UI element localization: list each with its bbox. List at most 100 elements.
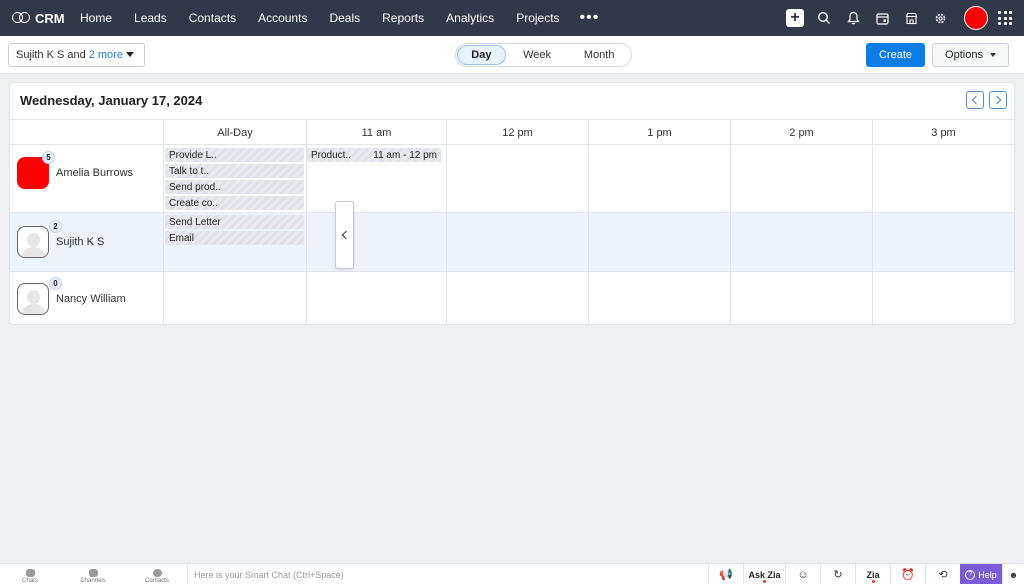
alarm-clock-icon: ⏰	[901, 569, 915, 581]
apps-grid-icon[interactable]	[998, 11, 1012, 25]
quick-create-button[interactable]: +	[781, 0, 809, 36]
column-header-2pm: 2 pm	[730, 120, 872, 145]
calendar-toolbar: Sujith K S and 2 more Day Week Month Cre…	[0, 36, 1024, 74]
question-icon: ?	[965, 569, 976, 580]
resource-person[interactable]: 5 Amelia Burrows	[17, 151, 134, 189]
view-week-button[interactable]: Week	[506, 45, 569, 65]
zia-button[interactable]: Zia	[855, 564, 890, 584]
alarm-button[interactable]: ⏰	[890, 564, 925, 584]
view-toggle: Day Week Month	[455, 43, 632, 67]
nav-item-reports[interactable]: Reports	[382, 11, 424, 25]
notification-dot	[871, 580, 875, 583]
view-month-button[interactable]: Month	[568, 45, 630, 65]
resource-name: Amelia Burrows	[56, 167, 134, 179]
allday-event[interactable]: Provide L..	[165, 148, 304, 162]
event-count-badge: 0	[49, 277, 62, 290]
resource-row: 2 Sujith K S Send Letter Email	[10, 213, 1014, 272]
channels-label: Channels	[80, 578, 106, 584]
smile-icon: ☺	[797, 568, 809, 581]
allday-event[interactable]: Send prod..	[165, 180, 304, 194]
timed-event[interactable]: Product.. 11 am - 12 pm	[307, 148, 441, 162]
more-menu-icon[interactable]: •••	[580, 9, 600, 27]
brand-name: CRM	[35, 10, 65, 26]
resource-person[interactable]: 0 Nancy William	[17, 277, 126, 315]
collapse-panel-handle[interactable]	[335, 201, 354, 269]
feedback-button[interactable]: ☻	[1002, 564, 1024, 584]
resource-row: 5 Amelia Burrows Provide L.. Talk to t..…	[10, 145, 1014, 213]
column-header-11am: 11 am	[306, 120, 446, 145]
nav-item-projects[interactable]: Projects	[516, 11, 559, 25]
nav-item-home[interactable]: Home	[80, 11, 112, 25]
feedback-icon: ☻	[1008, 569, 1019, 580]
user-select-more-link[interactable]: 2 more	[89, 49, 123, 61]
ask-zia-button[interactable]: Ask Zia	[743, 564, 785, 584]
resource-grid: All-Day 11 am 12 pm 1 pm 2 pm 3 pm 5 Ame…	[10, 119, 1014, 324]
allday-event[interactable]: Talk to t..	[165, 164, 304, 178]
column-header-3pm: 3 pm	[872, 120, 1014, 145]
notification-dot	[763, 580, 766, 583]
calendar-date-title: Wednesday, January 17, 2024	[20, 93, 203, 108]
previous-day-button[interactable]	[966, 91, 984, 109]
allday-event[interactable]: Send Letter	[165, 215, 304, 229]
chats-button[interactable]: Chats	[14, 564, 46, 584]
allday-event[interactable]: Create co..	[165, 196, 304, 210]
notifications-button[interactable]	[839, 0, 867, 36]
nav-item-leads[interactable]: Leads	[134, 11, 167, 25]
event-time: 11 am - 12 pm	[373, 149, 437, 161]
smart-chat-input[interactable]: Here is your Smart Chat (Ctrl+Space)	[187, 564, 707, 584]
create-button[interactable]: Create	[866, 43, 925, 67]
nav-menu: Home Leads Contacts Accounts Deals Repor…	[80, 9, 599, 27]
channels-icon	[88, 569, 98, 577]
announcements-button[interactable]: 📢	[708, 564, 743, 584]
chat-bubble-icon	[25, 569, 35, 577]
search-button[interactable]	[810, 0, 838, 36]
zia-label: Zia	[866, 569, 880, 580]
column-header-1pm: 1 pm	[588, 120, 730, 145]
bottom-bar-tools: 📢 Ask Zia ☺ ↻ Zia ⏰ ⟲ ? Help ☻	[708, 564, 1024, 584]
nav-item-deals[interactable]: Deals	[329, 11, 360, 25]
view-day-button[interactable]: Day	[457, 45, 506, 65]
calendar-button[interactable]	[868, 0, 896, 36]
bottom-bar: Chats Channels Contacts Here is your Sma…	[0, 563, 1024, 584]
user-select-dropdown[interactable]: Sujith K S and 2 more	[8, 43, 145, 67]
options-button[interactable]: Options	[932, 43, 1009, 67]
user-avatar[interactable]	[964, 6, 988, 30]
event-count-badge: 2	[49, 220, 62, 233]
avatar: 5	[17, 151, 55, 189]
plus-icon: +	[786, 9, 804, 27]
resource-name: Nancy William	[56, 293, 126, 305]
caret-down-icon	[989, 53, 996, 57]
nav-right-icons: +	[780, 0, 1024, 36]
column-header-12pm: 12 pm	[446, 120, 588, 145]
avatar	[17, 283, 49, 315]
resource-person[interactable]: 2 Sujith K S	[17, 220, 105, 258]
store-icon	[905, 12, 917, 24]
ask-zia-label: Ask Zia	[748, 569, 781, 580]
channels-button[interactable]: Channels	[76, 564, 110, 584]
contacts-label: Contacts	[145, 578, 169, 584]
top-nav: CRM Home Leads Contacts Accounts Deals R…	[0, 0, 1024, 36]
next-day-button[interactable]	[989, 91, 1007, 109]
tasks-button[interactable]: ↻	[820, 564, 855, 584]
caret-down-icon	[126, 52, 134, 57]
calendar-card: Wednesday, January 17, 2024 All-Day 11 a…	[9, 82, 1015, 325]
history-button[interactable]: ⟲	[925, 564, 960, 584]
options-label: Options	[945, 49, 983, 61]
allday-event[interactable]: Email	[165, 231, 304, 245]
history-icon: ⟲	[938, 569, 948, 581]
brand[interactable]: CRM	[12, 11, 76, 26]
user-select-label: Sujith K S and	[16, 49, 86, 61]
resource-name: Sujith K S	[56, 236, 105, 248]
nav-item-analytics[interactable]: Analytics	[446, 11, 494, 25]
nav-item-contacts[interactable]: Contacts	[189, 11, 236, 25]
settings-button[interactable]	[926, 0, 954, 36]
help-button[interactable]: ? Help	[960, 564, 1002, 584]
contacts-button[interactable]: Contacts	[140, 564, 174, 584]
nav-item-accounts[interactable]: Accounts	[258, 11, 307, 25]
smile-button[interactable]: ☺	[785, 564, 820, 584]
event-count-badge: 5	[42, 151, 55, 164]
avatar	[17, 226, 49, 258]
resource-row: 0 Nancy William	[10, 272, 1014, 324]
bell-icon	[846, 11, 860, 25]
marketplace-button[interactable]	[897, 0, 925, 36]
